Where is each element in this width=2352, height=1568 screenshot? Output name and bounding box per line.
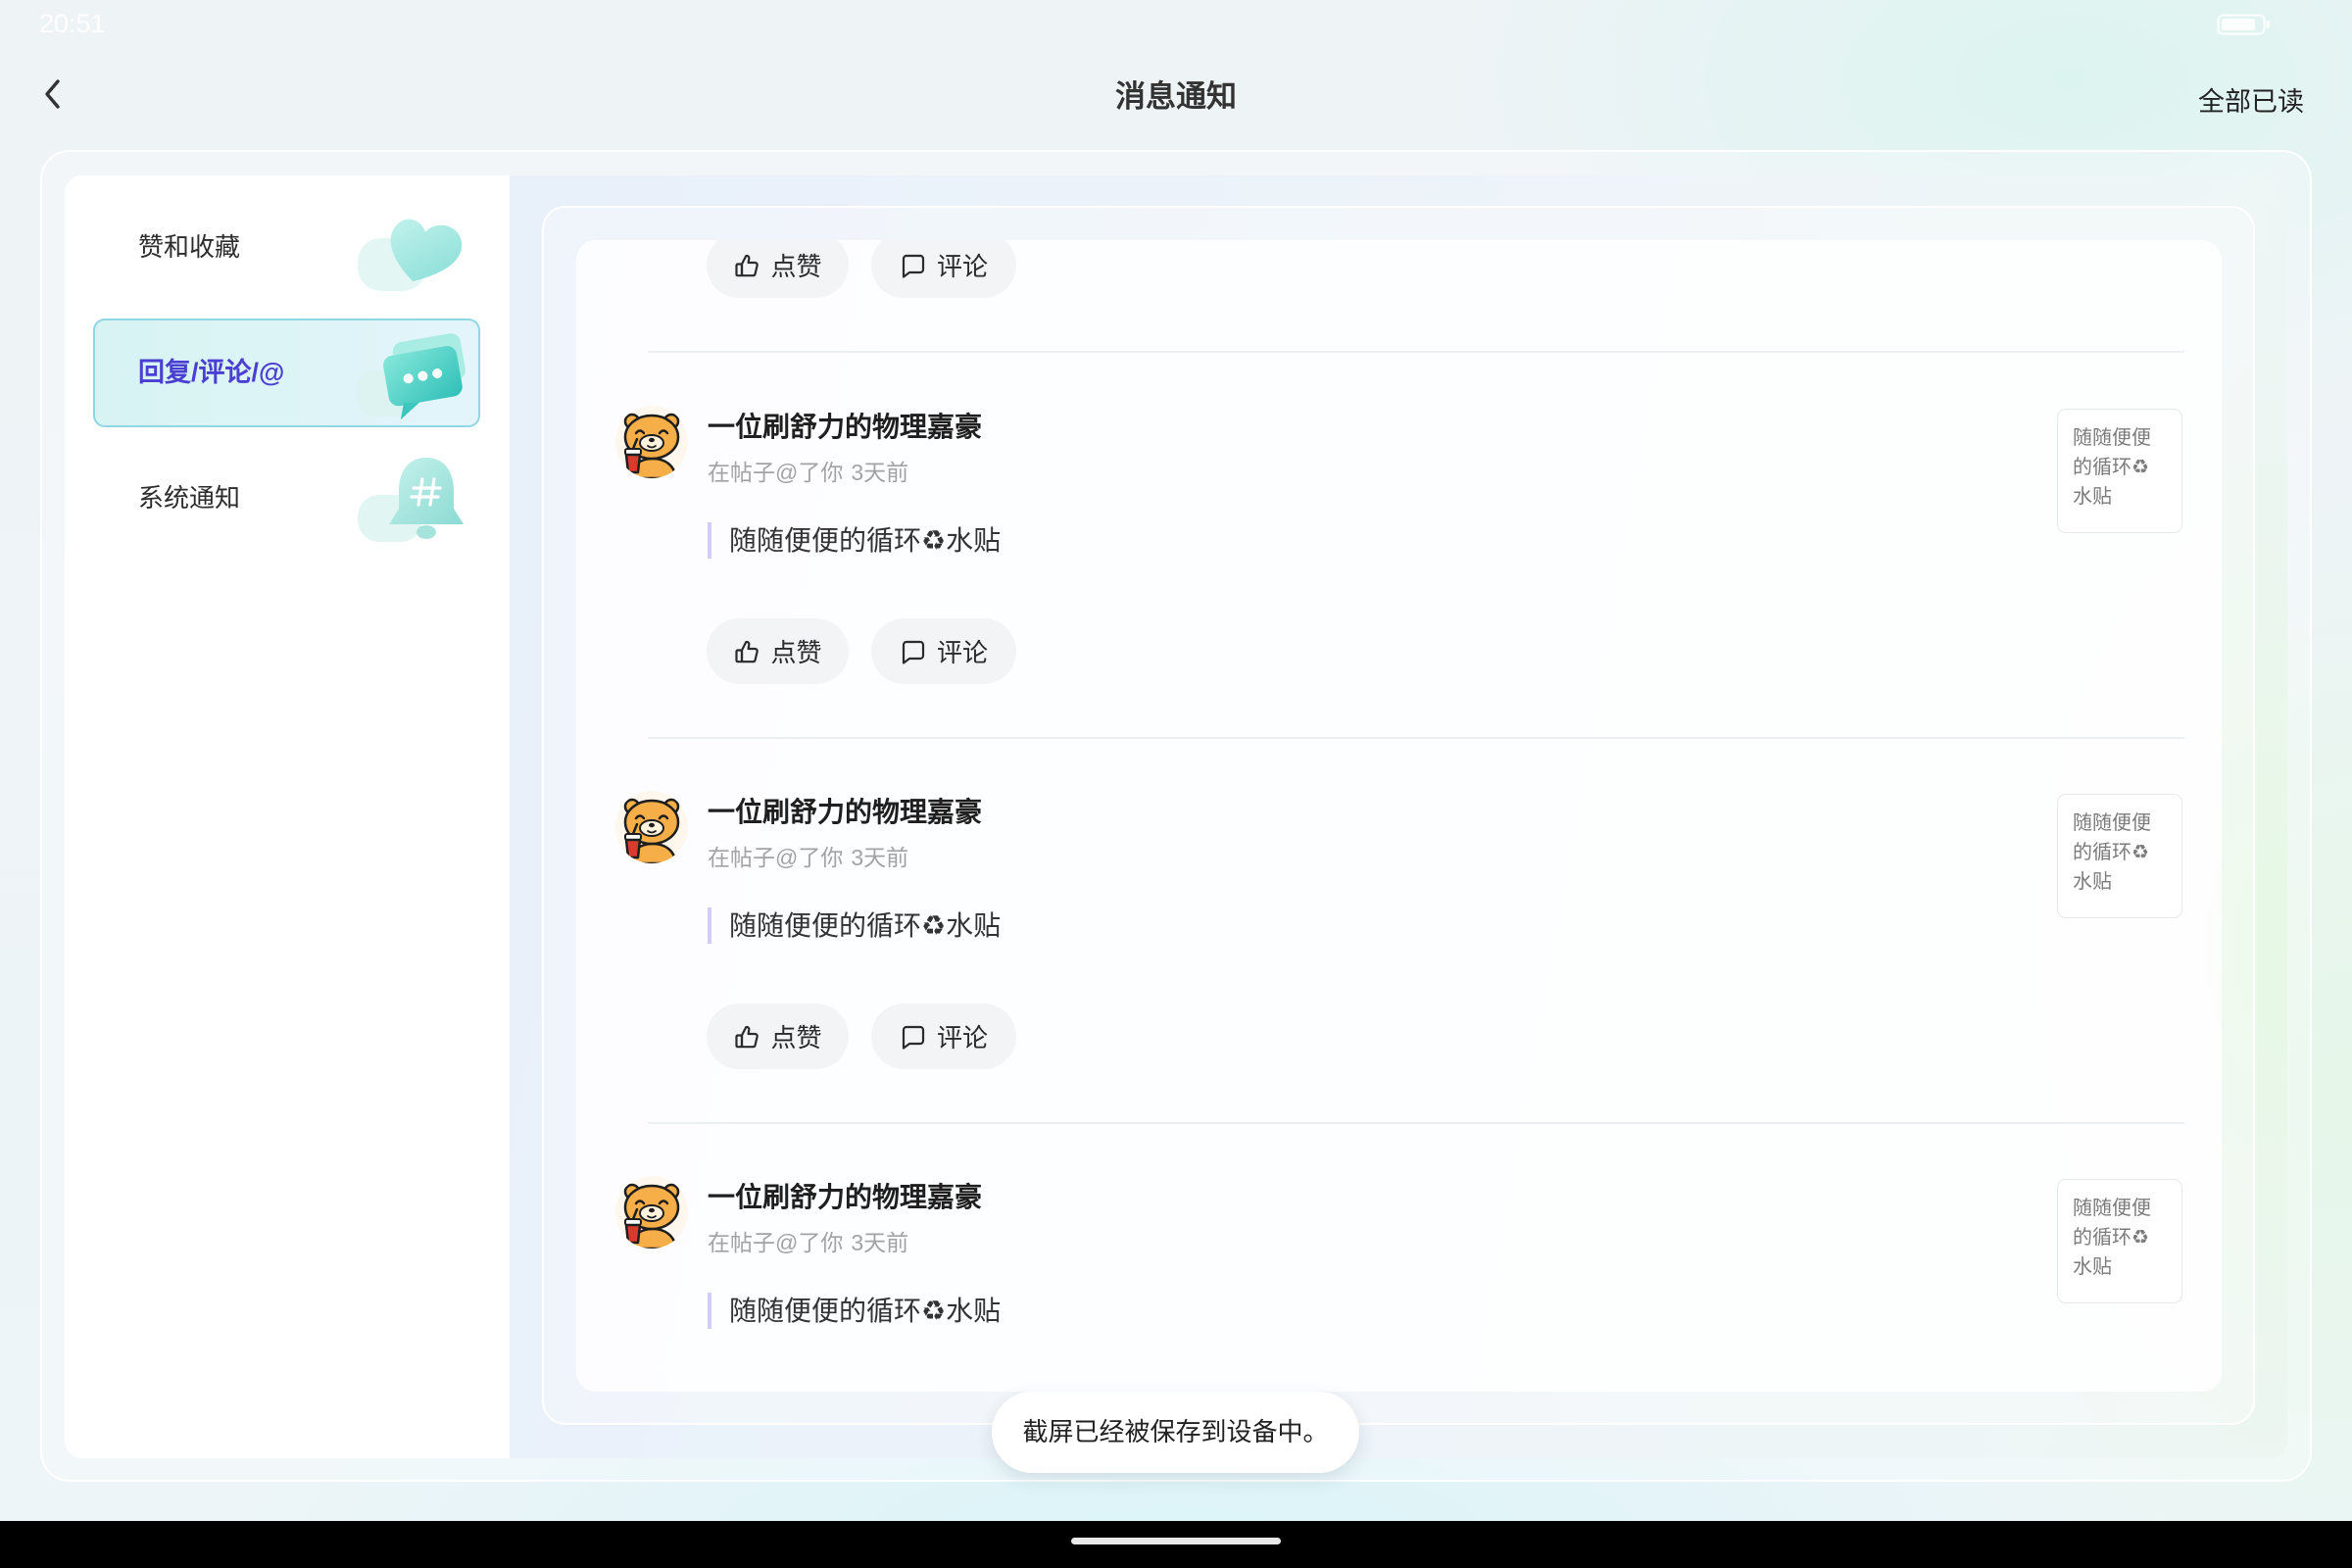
bell-icon bbox=[352, 452, 473, 546]
comment-icon bbox=[900, 252, 927, 279]
list-item[interactable]: 一位刷舒力的物理嘉豪 在帖子@了你 3天前 随随便便的循环♻水贴 随随便便的循环♻… bbox=[576, 353, 2222, 739]
user-name[interactable]: 一位刷舒力的物理嘉豪 bbox=[708, 410, 982, 445]
chat-bubbles-icon bbox=[352, 326, 473, 420]
user-avatar[interactable] bbox=[615, 791, 688, 863]
comment-button[interactable]: 评论 bbox=[871, 1004, 1016, 1069]
post-thumbnail[interactable]: 随随便便的循环♻水贴 bbox=[2057, 409, 2182, 533]
content-region: 点赞 评论 一位刷舒力的物理嘉豪 在帖子@了你 3天前 随随便便的循环♻水贴 随… bbox=[510, 175, 2287, 1458]
like-button[interactable]: 点赞 bbox=[707, 1004, 849, 1069]
status-time: 20:51 bbox=[39, 9, 106, 38]
notification-meta: 在帖子@了你 3天前 bbox=[708, 457, 908, 488]
thumbs-up-icon bbox=[733, 252, 760, 279]
comment-button[interactable]: 评论 bbox=[871, 240, 1016, 298]
navigation-bar bbox=[0, 1521, 2352, 1568]
notification-time: 3天前 bbox=[851, 1230, 909, 1255]
chevron-left-icon bbox=[41, 76, 65, 117]
main-frame: 赞和收藏 回复/评论/@ 系统通知 点赞 评论 一位刷舒力的物理嘉豪 在帖子@了… bbox=[65, 175, 2287, 1458]
heart-icon bbox=[352, 201, 473, 295]
user-avatar[interactable] bbox=[615, 1176, 688, 1249]
notification-panel: 点赞 评论 一位刷舒力的物理嘉豪 在帖子@了你 3天前 随随便便的循环♻水贴 随… bbox=[542, 206, 2255, 1425]
sidebar: 赞和收藏 回复/评论/@ 系统通知 bbox=[65, 175, 510, 1458]
comment-icon bbox=[900, 638, 927, 665]
notification-action-text: 在帖子@了你 bbox=[708, 1230, 844, 1255]
back-button[interactable] bbox=[33, 74, 73, 118]
comment-button[interactable]: 评论 bbox=[871, 618, 1016, 684]
page-title: 消息通知 bbox=[1115, 79, 1237, 114]
sidebar-item-system-notifications[interactable]: 系统通知 bbox=[93, 444, 480, 553]
sidebar-item-label: 赞和收藏 bbox=[138, 232, 241, 262]
battery-icon bbox=[2217, 13, 2272, 36]
like-button[interactable]: 点赞 bbox=[707, 240, 849, 298]
quoted-content: 随随便便的循环♻水贴 bbox=[708, 522, 1001, 559]
sidebar-item-label: 系统通知 bbox=[138, 483, 241, 513]
notification-action-text: 在帖子@了你 bbox=[708, 460, 844, 485]
notification-list[interactable]: 点赞 评论 一位刷舒力的物理嘉豪 在帖子@了你 3天前 随随便便的循环♻水贴 随… bbox=[576, 240, 2222, 1392]
notification-action-text: 在帖子@了你 bbox=[708, 845, 844, 870]
comment-button-label: 评论 bbox=[936, 1023, 988, 1053]
like-button-label: 点赞 bbox=[770, 252, 822, 281]
user-avatar[interactable] bbox=[615, 406, 688, 478]
screenshot-saved-toast: 截屏已经被保存到设备中。 bbox=[992, 1392, 1359, 1473]
sidebar-item-label: 回复/评论/@ bbox=[138, 358, 285, 387]
mark-all-read-button[interactable]: 全部已读 bbox=[2198, 81, 2304, 122]
like-button-label: 点赞 bbox=[770, 638, 822, 667]
list-item-partial[interactable]: 点赞 评论 bbox=[576, 240, 2222, 353]
thumbs-up-icon bbox=[733, 1023, 760, 1051]
user-name[interactable]: 一位刷舒力的物理嘉豪 bbox=[708, 1180, 982, 1215]
notification-meta: 在帖子@了你 3天前 bbox=[708, 1227, 908, 1258]
quoted-content: 随随便便的循环♻水贴 bbox=[708, 907, 1001, 944]
list-item[interactable]: 一位刷舒力的物理嘉豪 在帖子@了你 3天前 随随便便的循环♻水贴 随随便便的循环♻… bbox=[576, 738, 2222, 1124]
main-container: 赞和收藏 回复/评论/@ 系统通知 点赞 评论 一位刷舒力的物理嘉豪 在帖子@了… bbox=[40, 150, 2312, 1482]
home-indicator[interactable] bbox=[1071, 1538, 1281, 1544]
post-thumbnail[interactable]: 随随便便的循环♻水贴 bbox=[2057, 794, 2182, 918]
comment-button-label: 评论 bbox=[936, 638, 988, 667]
sidebar-item-likes-favorites[interactable]: 赞和收藏 bbox=[93, 193, 480, 302]
list-item[interactable]: 一位刷舒力的物理嘉豪 在帖子@了你 3天前 随随便便的循环♻水贴 随随便便的循环♻… bbox=[576, 1123, 2222, 1392]
post-thumbnail[interactable]: 随随便便的循环♻水贴 bbox=[2057, 1179, 2182, 1303]
user-name[interactable]: 一位刷舒力的物理嘉豪 bbox=[708, 795, 982, 830]
notification-time: 3天前 bbox=[851, 845, 909, 870]
quoted-content: 随随便便的循环♻水贴 bbox=[708, 1293, 1001, 1329]
thumbs-up-icon bbox=[733, 638, 760, 665]
notification-time: 3天前 bbox=[851, 460, 909, 485]
comment-icon bbox=[900, 1023, 927, 1051]
notification-meta: 在帖子@了你 3天前 bbox=[708, 842, 908, 873]
sidebar-item-replies-comments-mentions[interactable]: 回复/评论/@ bbox=[93, 318, 480, 427]
like-button[interactable]: 点赞 bbox=[707, 618, 849, 684]
like-button-label: 点赞 bbox=[770, 1023, 822, 1053]
comment-button-label: 评论 bbox=[936, 252, 988, 281]
